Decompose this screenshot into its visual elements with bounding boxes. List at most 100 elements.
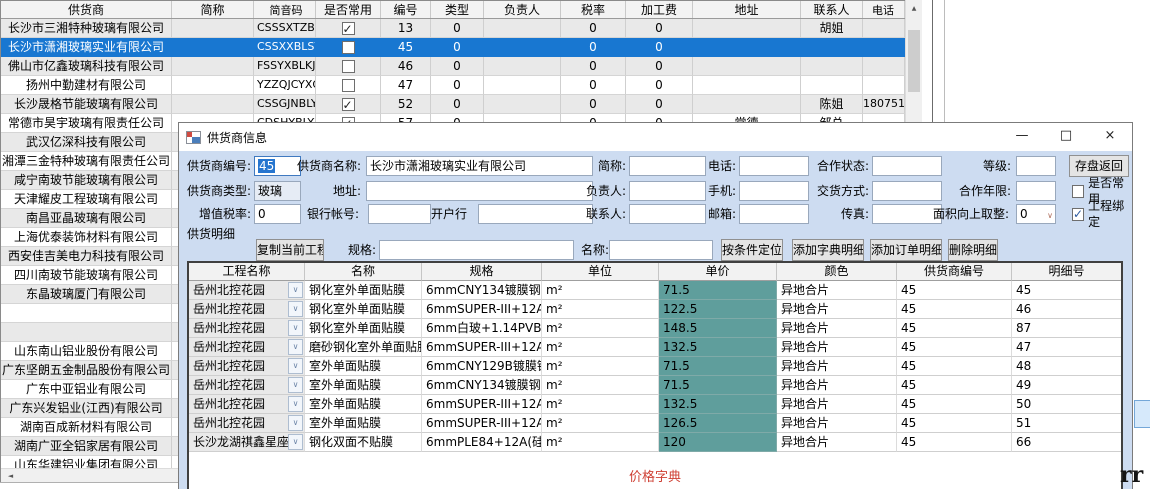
manager-input[interactable] (629, 181, 706, 201)
detail-row[interactable]: 岳州北控花园∨ 室外单面贴膜 6mmSUPER-III+12A(硅.. m² 1… (189, 414, 1121, 433)
table-row[interactable]: 佛山市亿鑫玻璃科技有限公司 FSSYXBLKJ.. 46 0 0 0 (1, 57, 906, 76)
table-row[interactable]: 扬州中勤建材有限公司 YZZQJCYXGS 47 0 0 0 (1, 76, 906, 95)
spec-filter-input[interactable] (379, 240, 574, 260)
table-row[interactable]: 长沙市潇湘玻璃实业有限公司 CSSXXBLSY.. 45 0 0 0 (1, 38, 906, 57)
price-cell[interactable]: 132.5 (659, 338, 777, 357)
detail-row[interactable]: 长沙龙湖祺鑫星座∨ 钢化双面不贴膜 6mmPLE84+12A(硅酮胶.. m² … (189, 433, 1121, 452)
table-row[interactable]: 长沙晟格节能玻璃有限公司 CSSGJNBLYXGS 52 0 0 0 陈姐 18… (1, 95, 906, 114)
maximize-button[interactable]: □ (1044, 123, 1088, 151)
locate-button[interactable]: 按条件定位 (721, 239, 783, 261)
delete-detail-button[interactable]: 删除明细 (948, 239, 998, 261)
col-header-contact[interactable]: 联系人 (801, 1, 863, 18)
detail-row[interactable]: 岳州北控花园∨ 磨砂钢化室外单面贴膜 6mmSUPER-III+12A(硅.. … (189, 338, 1121, 357)
common-checkbox[interactable] (342, 98, 355, 111)
price-cell[interactable]: 122.5 (659, 300, 777, 319)
project-combobox[interactable]: 岳州北控花园∨ (189, 281, 305, 300)
project-combobox[interactable]: 岳州北控花园∨ (189, 319, 305, 338)
project-combobox[interactable]: 岳州北控花园∨ (189, 300, 305, 319)
grade-input[interactable] (1016, 156, 1056, 176)
col-header-project[interactable]: 工程名称 (189, 263, 305, 281)
delivery-input[interactable] (872, 181, 942, 201)
project-bind-checkbox[interactable]: 工程绑定 (1072, 206, 1132, 222)
col-header-address[interactable]: 地址 (693, 1, 801, 18)
add-order-detail-button[interactable]: 添加订单明细 (870, 239, 942, 261)
chevron-down-icon[interactable]: ∨ (288, 339, 303, 355)
col-header-unit[interactable]: 单位 (542, 263, 659, 281)
phone-input[interactable] (739, 156, 809, 176)
price-cell[interactable]: 126.5 (659, 414, 777, 433)
scroll-left-icon[interactable]: ◄ (3, 469, 18, 482)
chevron-down-icon[interactable]: ∨ (288, 415, 303, 431)
chevron-down-icon[interactable]: ∨ (288, 320, 303, 336)
coop-years-input[interactable] (1016, 181, 1056, 201)
chevron-down-icon[interactable]: ∨ (288, 396, 303, 412)
col-header-detail-no[interactable]: 明细号 (1012, 263, 1121, 281)
price-cell[interactable]: 71.5 (659, 357, 777, 376)
supplier-type-input[interactable]: 玻璃 (254, 181, 301, 201)
close-button[interactable]: × (1088, 123, 1132, 151)
supplier-no-input[interactable]: 45 (254, 156, 301, 176)
scrollbar-thumb[interactable] (908, 30, 920, 92)
contact-input[interactable] (629, 204, 706, 224)
table-row[interactable]: 长沙市三湘特种玻璃有限公司 CSSSXTZBL.. 13 0 0 0 胡姐 (1, 19, 906, 38)
project-combobox[interactable]: 岳州北控花园∨ (189, 338, 305, 357)
col-header-supplier-no[interactable]: 供货商编号 (897, 263, 1012, 281)
address-input[interactable] (366, 181, 593, 201)
price-cell[interactable]: 71.5 (659, 376, 777, 395)
common-checkbox[interactable] (342, 41, 355, 54)
col-header-name[interactable]: 名称 (305, 263, 422, 281)
detail-row[interactable]: 岳州北控花园∨ 室外单面贴膜 6mmCNY134镀膜钢化 m² 71.5 异地合… (189, 376, 1121, 395)
common-checkbox[interactable] (342, 22, 355, 35)
email-input[interactable] (739, 204, 809, 224)
supplier-name-input[interactable]: 长沙市潇湘玻璃实业有限公司 (366, 156, 593, 176)
price-cell[interactable]: 120 (659, 433, 777, 452)
project-combobox[interactable]: 岳州北控花园∨ (189, 376, 305, 395)
col-header-manager[interactable]: 负责人 (484, 1, 561, 18)
col-header-supplier[interactable]: 供货商 (1, 1, 172, 18)
common-checkbox[interactable] (342, 60, 355, 73)
col-header-abbr[interactable]: 简称 (172, 1, 254, 18)
col-header-phone[interactable]: 电话 (863, 1, 905, 18)
col-header-code[interactable]: 简音码 (254, 1, 316, 18)
project-combobox[interactable]: 岳州北控花园∨ (189, 395, 305, 414)
chevron-down-icon[interactable]: ∨ (288, 358, 303, 374)
chevron-down-icon[interactable]: ∨ (288, 434, 303, 450)
name-filter-input[interactable] (609, 240, 713, 260)
col-header-tax[interactable]: 税率 (561, 1, 626, 18)
detail-row[interactable]: 岳州北控花园∨ 钢化室外单面贴膜 6mmSUPER-III+12A(硅.. m²… (189, 300, 1121, 319)
coop-status-input[interactable] (872, 156, 942, 176)
col-header-color[interactable]: 颜色 (777, 263, 897, 281)
abbr-input[interactable] (629, 156, 706, 176)
common-checkbox[interactable] (342, 79, 355, 92)
chevron-down-icon[interactable]: ∨ (288, 301, 303, 317)
dialog-titlebar[interactable]: 供货商信息 — □ × (179, 123, 1132, 151)
project-combobox[interactable]: 长沙龙湖祺鑫星座∨ (189, 433, 305, 452)
chevron-down-icon[interactable]: ∨ (288, 282, 303, 298)
col-header-common[interactable]: 是否常用 (316, 1, 381, 18)
detail-row[interactable]: 岳州北控花园∨ 室外单面贴膜 6mmSUPER-III+12A(硅.. m² 1… (189, 395, 1121, 414)
save-return-button[interactable]: 存盘返回 (1069, 155, 1129, 177)
add-dict-detail-button[interactable]: 添加字典明细 (792, 239, 864, 261)
minimize-button[interactable]: — (1000, 123, 1044, 151)
price-cell[interactable]: 148.5 (659, 319, 777, 338)
mobile-input[interactable] (739, 181, 809, 201)
chevron-down-icon[interactable]: ∨ (288, 377, 303, 393)
col-header-number[interactable]: 编号 (381, 1, 431, 18)
vat-input[interactable]: 0 (254, 204, 301, 224)
col-header-type[interactable]: 类型 (431, 1, 484, 18)
detail-row[interactable]: 岳州北控花园∨ 钢化室外单面贴膜 6mmCNY134镀膜钢化 m² 71.5 异… (189, 281, 1121, 300)
col-header-spec[interactable]: 规格 (422, 263, 542, 281)
col-header-fee[interactable]: 加工费 (626, 1, 693, 18)
price-cell[interactable]: 71.5 (659, 281, 777, 300)
bank-account-input[interactable] (368, 204, 431, 224)
often-used-checkbox[interactable]: 是否常用 (1072, 183, 1132, 199)
project-combobox[interactable]: 岳州北控花园∨ (189, 414, 305, 433)
project-combobox[interactable]: 岳州北控花园∨ (189, 357, 305, 376)
detail-row[interactable]: 岳州北控花园∨ 室外单面贴膜 6mmCNY129B镀膜钢化 m² 71.5 异地… (189, 357, 1121, 376)
detail-row[interactable]: 岳州北控花园∨ 钢化室外单面贴膜 6mm白玻+1.14PVB+6mm.. m² … (189, 319, 1121, 338)
area-round-dropdown[interactable]: 0∨ (1016, 204, 1056, 224)
copy-project-button[interactable]: 复制当前工程 (256, 239, 324, 261)
col-header-price[interactable]: 单价 (659, 263, 777, 281)
scroll-up-icon[interactable]: ▲ (906, 0, 922, 17)
price-cell[interactable]: 132.5 (659, 395, 777, 414)
